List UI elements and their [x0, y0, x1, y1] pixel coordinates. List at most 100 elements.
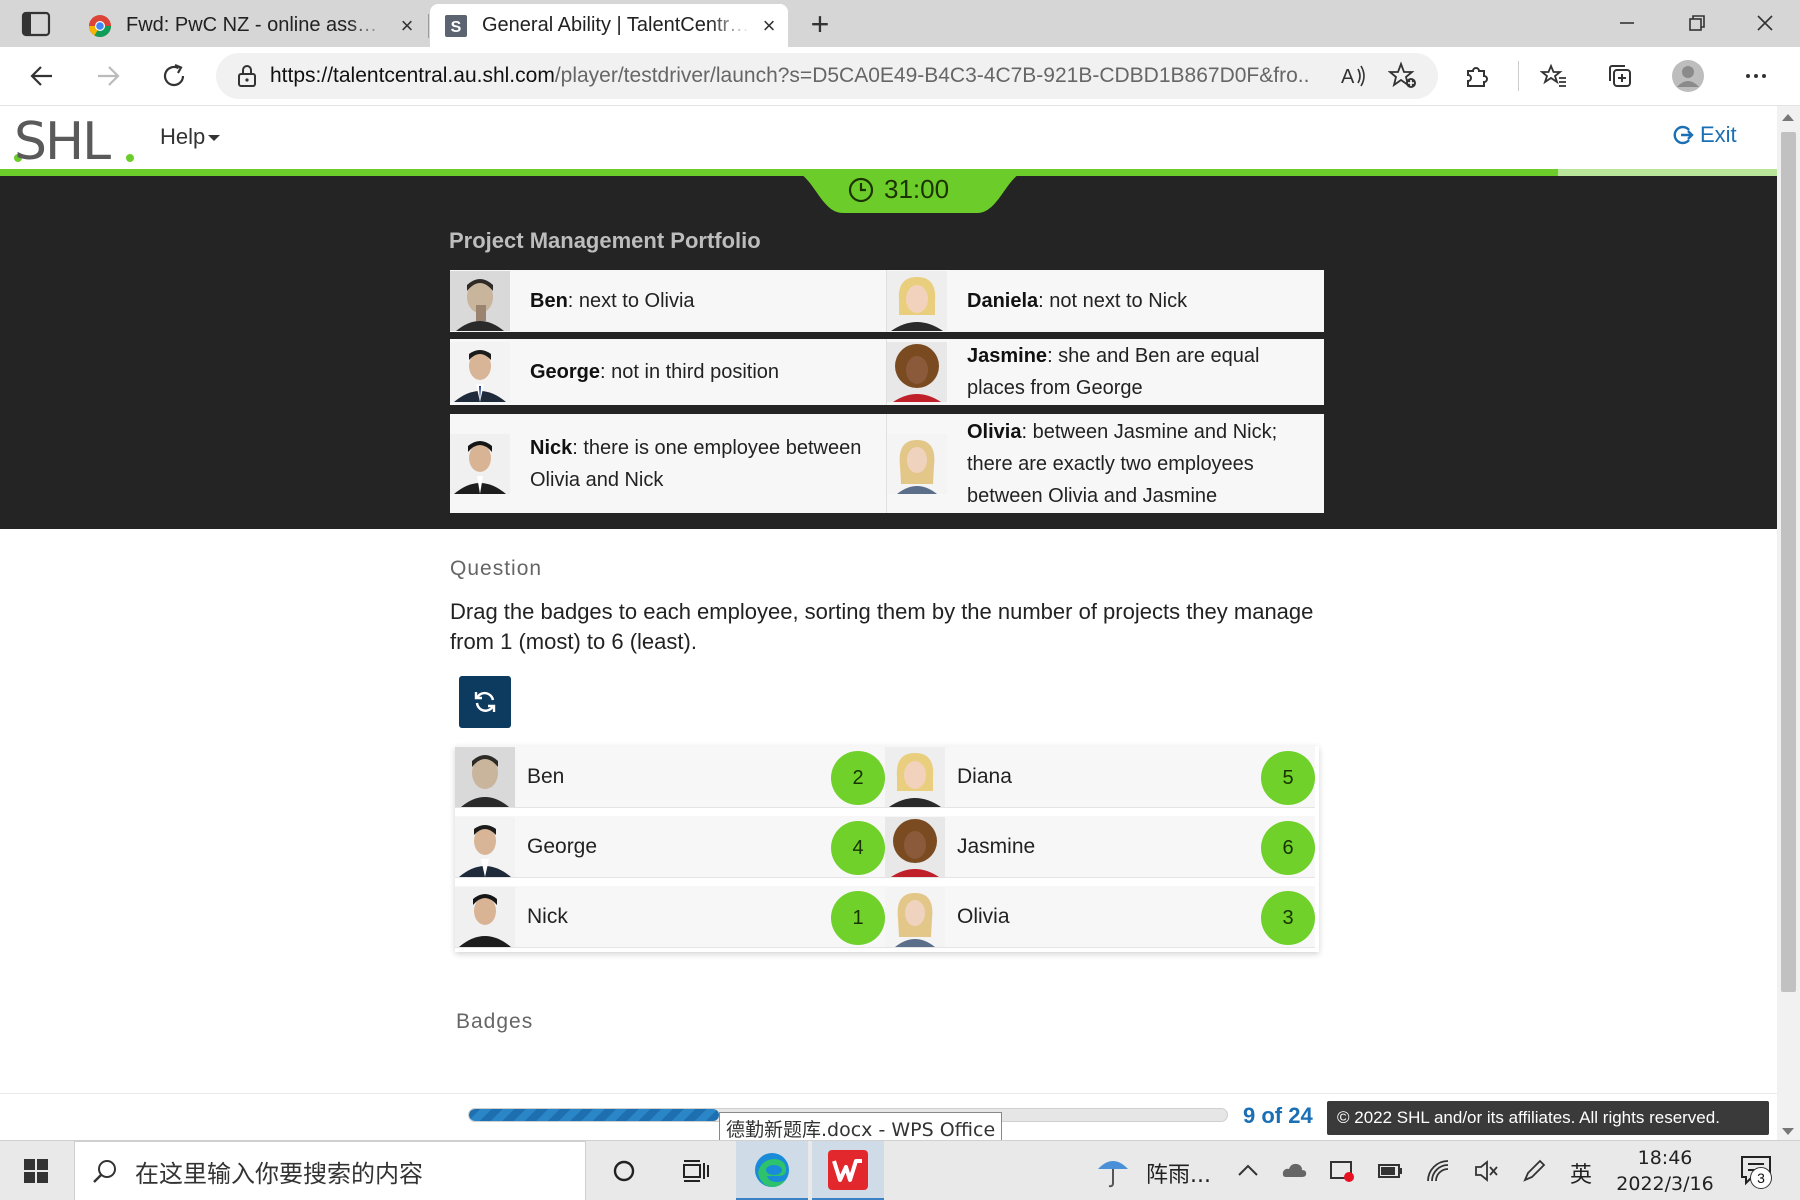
chrome-favicon-icon	[89, 14, 111, 37]
edge-taskbar-app[interactable]	[736, 1141, 808, 1200]
onedrive-cloud-icon[interactable]	[1280, 1157, 1308, 1185]
ime-indicator[interactable]: 英	[1570, 1157, 1592, 1189]
scroll-down-arrow-icon[interactable]	[1782, 1128, 1794, 1135]
caret-down-icon	[208, 135, 221, 142]
notification-count-badge: 3	[1750, 1167, 1772, 1189]
clue-condition: : there is one employee between Olivia a…	[530, 436, 862, 491]
clue-text: Ben: next to Olivia	[510, 285, 703, 317]
employee-slot-jasmine[interactable]: Jasmine 6	[885, 816, 1315, 878]
tab-title: General Ability | TalentCentral-Ca	[482, 14, 750, 36]
employee-slot-nick[interactable]: Nick 1	[455, 886, 885, 948]
close-window-button[interactable]	[1730, 0, 1800, 47]
system-clock[interactable]: 18:46 2022/3/16	[1600, 1145, 1730, 1197]
pen-workspace-icon[interactable]	[1520, 1157, 1548, 1185]
clue-name: Jasmine	[967, 345, 1048, 367]
search-placeholder: 在这里输入你要搜索的内容	[135, 1159, 423, 1188]
employee-slot-diana[interactable]: Diana 5	[885, 746, 1315, 808]
rank-badge[interactable]: 1	[831, 891, 885, 945]
exit-icon	[1673, 125, 1694, 145]
clock-icon	[848, 177, 874, 202]
speaker-muted-icon[interactable]	[1472, 1157, 1500, 1185]
clue-row: Nick: there is one employee between Oliv…	[450, 414, 1324, 513]
read-aloud-icon[interactable]: A	[1338, 61, 1368, 91]
scroll-up-arrow-icon[interactable]	[1782, 114, 1794, 121]
clue-jasmine: Jasmine: she and Ben are equal places fr…	[887, 339, 1324, 405]
tab-title: Fwd: PwC NZ - online assessmen	[126, 14, 388, 36]
clue-olivia: Olivia: between Jasmine and Nick; there …	[887, 414, 1324, 513]
ranking-grid: Ben 2 Diana 5 George 4 Jasmine 6 Nick 1 …	[455, 746, 1319, 952]
browser-toolbar: https://talentcentral.au.shl.com/player/…	[0, 47, 1800, 106]
employee-name: Ben	[527, 764, 565, 788]
avatar-jasmine	[887, 342, 947, 402]
wps-office-icon	[828, 1149, 868, 1190]
rank-badge[interactable]: 5	[1261, 751, 1315, 805]
refresh-button[interactable]	[154, 56, 194, 96]
wps-taskbar-app[interactable]	[812, 1141, 884, 1200]
exit-button[interactable]: Exit	[1672, 122, 1737, 148]
reset-button[interactable]	[459, 676, 511, 728]
page-scrollbar[interactable]	[1777, 106, 1800, 1140]
battery-icon[interactable]	[1376, 1157, 1404, 1185]
avatar-nick	[455, 886, 515, 947]
clue-george: George: not in third position	[450, 339, 886, 405]
back-button[interactable]	[22, 56, 62, 96]
collections-button[interactable]	[1600, 56, 1640, 96]
favorites-star-icon	[1540, 63, 1566, 87]
profile-button[interactable]	[1668, 56, 1708, 96]
exit-label: Exit	[1700, 122, 1737, 147]
taskbar-search-box[interactable]: 在这里输入你要搜索的内容	[74, 1141, 586, 1200]
url-text[interactable]: https://talentcentral.au.shl.com/player/…	[270, 64, 1310, 88]
forward-button[interactable]	[88, 56, 128, 96]
minimize-button[interactable]	[1592, 0, 1662, 47]
url-path: /player/testdriver/launch?s=D5CA0E49-B4C…	[554, 64, 1310, 87]
new-tab-button[interactable]: +	[800, 6, 840, 42]
extensions-button[interactable]	[1456, 56, 1496, 96]
app-header: SHL Help Exit	[0, 106, 1777, 172]
avatar-nick	[450, 433, 510, 494]
restore-button[interactable]	[1662, 0, 1732, 47]
timer-value: 31:00	[884, 174, 950, 204]
address-bar[interactable]: https://talentcentral.au.shl.com/player/…	[216, 53, 1438, 99]
lock-icon[interactable]	[224, 53, 270, 99]
avatar-ben	[455, 746, 515, 807]
chevron-up-icon[interactable]	[1234, 1157, 1262, 1185]
scrollbar-thumb[interactable]	[1781, 132, 1796, 992]
employee-slot-olivia[interactable]: Olivia 3	[885, 886, 1315, 948]
help-label: Help	[160, 124, 206, 149]
clue-name: Daniela	[967, 290, 1039, 312]
employee-slot-george[interactable]: George 4	[455, 816, 885, 878]
security-alert-icon[interactable]	[1328, 1157, 1356, 1185]
clue-name: Nick	[530, 436, 573, 459]
task-view-button[interactable]	[660, 1141, 732, 1200]
tab-gmail[interactable]: Fwd: PwC NZ - online assessmen ×	[74, 4, 426, 47]
start-button[interactable]	[0, 1141, 72, 1200]
tab-close-icon[interactable]: ×	[750, 13, 788, 39]
avatar-daniela	[887, 271, 947, 331]
help-menu[interactable]: Help	[160, 124, 221, 150]
question-label: Question	[450, 557, 543, 580]
logo-dot	[126, 154, 134, 162]
puzzle-icon	[1467, 67, 1488, 87]
favorites-button[interactable]	[1534, 56, 1574, 96]
progress-fill	[469, 1109, 720, 1121]
timer: 31:00	[848, 174, 949, 205]
weather-umbrella-icon[interactable]	[1096, 1153, 1130, 1189]
rank-badge[interactable]: 2	[831, 751, 885, 805]
clue-name: George	[530, 361, 601, 383]
tab-close-icon[interactable]: ×	[388, 13, 426, 39]
employee-slot-ben[interactable]: Ben 2	[455, 746, 885, 808]
rank-badge[interactable]: 6	[1261, 821, 1315, 875]
settings-more-button[interactable]	[1736, 56, 1776, 96]
clue-condition: : not next to Nick	[1038, 290, 1188, 312]
rank-badge[interactable]: 4	[831, 821, 885, 875]
rank-badge[interactable]: 3	[1261, 891, 1315, 945]
profile-avatar-icon	[1672, 60, 1704, 92]
portfolio-title: Project Management Portfolio	[449, 228, 761, 253]
tab-talentcentral[interactable]: S General Ability | TalentCentral-Ca ×	[430, 4, 788, 47]
wifi-icon[interactable]	[1424, 1157, 1452, 1185]
add-favorite-icon[interactable]	[1388, 61, 1418, 91]
cortana-button[interactable]	[588, 1141, 660, 1200]
tab-actions-icon[interactable]	[20, 10, 52, 38]
weather-text[interactable]: 阵雨...	[1146, 1157, 1211, 1189]
svg-text:A: A	[1341, 66, 1355, 88]
